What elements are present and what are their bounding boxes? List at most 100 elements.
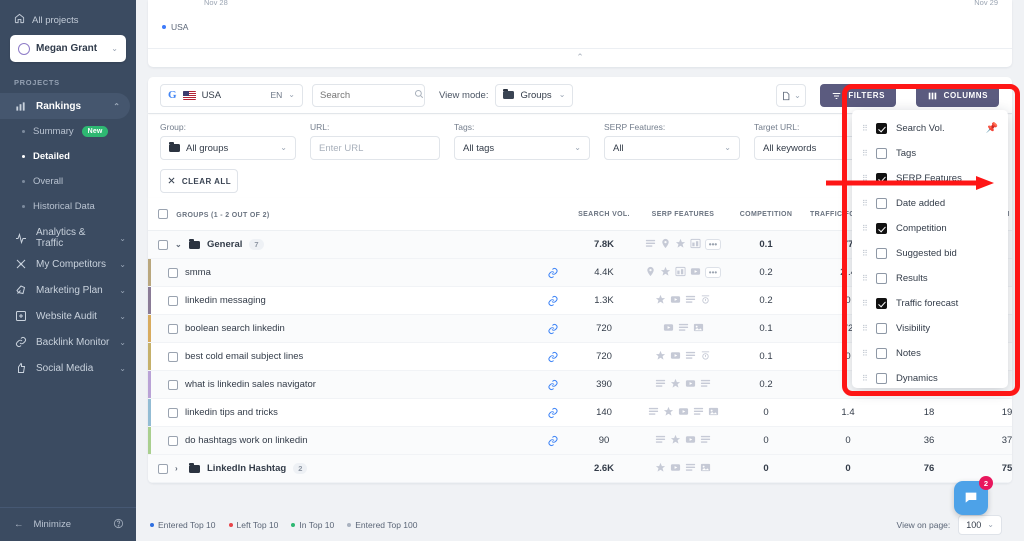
columns-menu-label: Visibility: [896, 323, 931, 334]
export-button[interactable]: ⌄: [776, 84, 806, 107]
link-icon[interactable]: [547, 267, 559, 279]
link-icon[interactable]: [547, 323, 559, 335]
pin-icon[interactable]: 📌: [986, 123, 998, 134]
search-input-wrapper[interactable]: [312, 83, 425, 107]
row-checkbox[interactable]: [168, 351, 178, 362]
columns-dropdown[interactable]: ⠿ Search Vol. 📌 ⠿ Tags ⠿ SERP Features ⠿ Date ad…: [852, 110, 1008, 388]
row-checkbox[interactable]: [168, 379, 178, 390]
sidebar-item-historical-data[interactable]: Historical Data: [0, 194, 136, 219]
select-all-checkbox[interactable]: [158, 209, 168, 219]
columns-menu-item-date-added[interactable]: ⠿ Date added: [852, 191, 1008, 216]
url-input[interactable]: Enter URL: [310, 136, 440, 160]
search-input[interactable]: [320, 89, 408, 101]
drag-handle-icon[interactable]: ⠿: [862, 324, 868, 333]
sidebar-item-website-audit[interactable]: Website Audit ⌄: [0, 303, 136, 329]
drag-handle-icon[interactable]: ⠿: [862, 124, 868, 133]
cell-serp-features: •••: [640, 230, 726, 259]
chart-legend-usa[interactable]: USA: [162, 22, 188, 32]
row-checkbox[interactable]: [168, 323, 178, 334]
row-checkbox[interactable]: [168, 435, 178, 446]
columns-menu-checkbox[interactable]: [876, 248, 887, 259]
columns-button[interactable]: COLUMNS: [915, 84, 999, 107]
row-checkbox[interactable]: [168, 267, 178, 278]
columns-menu-item-notes[interactable]: ⠿ Notes: [852, 341, 1008, 366]
columns-menu-checkbox[interactable]: [876, 348, 887, 359]
row-checkbox[interactable]: [168, 407, 178, 418]
drag-handle-icon[interactable]: ⠿: [862, 249, 868, 258]
project-selector[interactable]: Megan Grant ⌄: [10, 35, 126, 62]
drag-handle-icon[interactable]: ⠿: [862, 374, 868, 383]
columns-menu-checkbox[interactable]: [876, 373, 887, 384]
columns-menu-checkbox[interactable]: [876, 323, 887, 334]
sidebar-all-projects[interactable]: All projects: [10, 8, 126, 35]
row-checkbox[interactable]: [158, 463, 168, 474]
chevron-down-icon: ⌄: [724, 143, 731, 152]
sidebar-item-my-competitors[interactable]: My Competitors ⌄: [0, 251, 136, 277]
columns-menu-item-traffic-forecast[interactable]: ⠿ Traffic forecast: [852, 291, 1008, 316]
table-row[interactable]: linkedin tips and tricks 140 0 1.4 18 19: [148, 398, 1012, 427]
row-checkbox[interactable]: [168, 295, 178, 306]
sidebar-item-analytics-traffic[interactable]: Analytics & Traffic ⌄: [0, 225, 136, 251]
columns-menu-item-competition[interactable]: ⠿ Competition: [852, 216, 1008, 241]
sidebar-item-social-media[interactable]: Social Media ⌄: [0, 355, 136, 381]
columns-menu-item-visibility[interactable]: ⠿ Visibility: [852, 316, 1008, 341]
cell-serp-features: [640, 342, 726, 371]
legend-item: Left Top 10: [228, 520, 278, 530]
expand-toggle-icon[interactable]: ›: [175, 464, 182, 473]
view-mode-select[interactable]: Groups ⌄: [495, 83, 574, 107]
serp-more-icon[interactable]: •••: [705, 267, 721, 278]
drag-handle-icon[interactable]: ⠿: [862, 224, 868, 233]
help-icon[interactable]: [113, 518, 124, 532]
cell-name: › LinkedIn Hashtag 2: [148, 454, 568, 483]
table-row[interactable]: do hashtags work on linkedin 90 0 0 36 37: [148, 426, 1012, 455]
sidebar-item-marketing-plan[interactable]: Marketing Plan ⌄: [0, 277, 136, 303]
link-icon[interactable]: [547, 379, 559, 391]
serp-more-icon[interactable]: •••: [705, 239, 721, 250]
expand-toggle-icon[interactable]: ⌄: [175, 240, 182, 249]
filters-button[interactable]: FILTERS: [820, 84, 896, 107]
sidebar-item-detailed[interactable]: Detailed: [0, 144, 136, 169]
link-icon[interactable]: [547, 407, 559, 419]
columns-menu-item-dynamics[interactable]: ⠿ Dynamics: [852, 366, 1008, 388]
drag-handle-icon[interactable]: ⠿: [862, 274, 868, 283]
columns-menu-checkbox[interactable]: [876, 198, 887, 209]
chat-button[interactable]: 2: [954, 476, 993, 515]
columns-menu-checkbox[interactable]: [876, 298, 887, 309]
serp-features-select[interactable]: All ⌄: [604, 136, 740, 160]
columns-menu-item-results[interactable]: ⠿ Results: [852, 266, 1008, 291]
col-search-vol[interactable]: SEARCH VOL.: [568, 198, 640, 231]
table-group-row[interactable]: › LinkedIn Hashtag 2 2.6K 0 0 76 75: [148, 454, 1012, 483]
drag-handle-icon[interactable]: ⠿: [862, 149, 868, 158]
sidebar-item-backlink-monitor[interactable]: Backlink Monitor ⌄: [0, 329, 136, 355]
drag-handle-icon[interactable]: ⠿: [862, 349, 868, 358]
link-icon[interactable]: [547, 295, 559, 307]
columns-menu-checkbox[interactable]: [876, 223, 887, 234]
col-groups[interactable]: GROUPS (1 - 2 OUT OF 2): [148, 198, 568, 231]
columns-menu-checkbox[interactable]: [876, 123, 887, 134]
search-engine-country-selector[interactable]: G USA EN ⌄: [160, 83, 303, 107]
columns-menu-item-tags[interactable]: ⠿ Tags: [852, 141, 1008, 166]
clear-all-button[interactable]: CLEAR ALL: [160, 169, 238, 193]
columns-menu-item-suggested-bid[interactable]: ⠿ Suggested bid: [852, 241, 1008, 266]
minimize-button[interactable]: ← Minimize: [0, 507, 136, 541]
columns-menu-item-search-vol[interactable]: ⠿ Search Vol. 📌: [852, 116, 1008, 141]
view-on-page-select[interactable]: 100 ⌄: [958, 514, 1002, 535]
serp-star-icon: [663, 406, 674, 420]
drag-handle-icon[interactable]: ⠿: [862, 199, 868, 208]
drag-handle-icon[interactable]: ⠿: [862, 299, 868, 308]
link-icon[interactable]: [547, 435, 559, 447]
col-competition[interactable]: COMPETITION: [726, 198, 806, 231]
sidebar-item-rankings[interactable]: Rankings ⌃: [0, 93, 130, 119]
group-select[interactable]: All groups ⌄: [160, 136, 296, 160]
columns-menu-checkbox[interactable]: [876, 148, 887, 159]
col-serp-features[interactable]: SERP FEATURES: [640, 198, 726, 231]
sidebar-item-overall[interactable]: Overall: [0, 169, 136, 194]
row-checkbox[interactable]: [158, 239, 168, 250]
sidebar-item-summary[interactable]: Summary New: [0, 119, 136, 144]
tags-select[interactable]: All tags ⌄: [454, 136, 590, 160]
columns-menu-checkbox[interactable]: [876, 273, 887, 284]
cell-name: what is linkedin sales navigator: [148, 370, 568, 399]
link-icon[interactable]: [547, 351, 559, 363]
chart-collapse-button[interactable]: ⌃: [148, 48, 1012, 63]
cell-competition: 0.2: [726, 370, 806, 399]
